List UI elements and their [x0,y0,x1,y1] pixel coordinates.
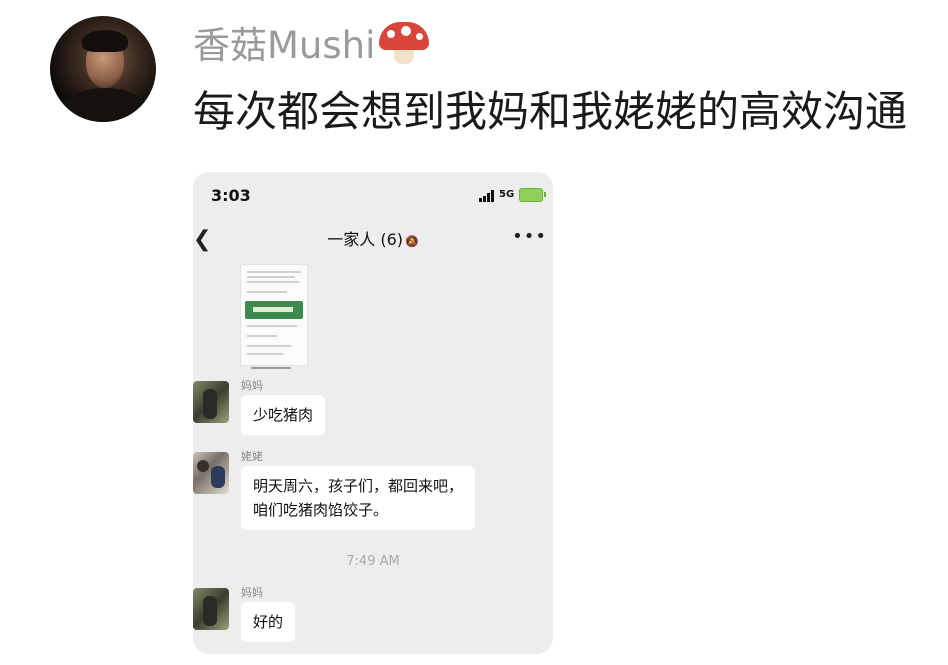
avatar [193,588,229,630]
thumbnail-indicator [251,367,291,369]
mushroom-icon [379,22,430,64]
chat-title: 一家人 (6) 🔕 [327,230,419,249]
sender-name: 妈妈 [241,379,263,392]
message-bubble: 明天周六，孩子们，都回来吧， 咱们吃猪肉馅饺子。 [241,466,476,530]
message-bubble: 少吃猪肉 [241,395,326,435]
network-label: 5G [499,189,515,200]
status-time: 3:03 [211,186,251,205]
author-name[interactable]: 香菇Mushi [193,22,430,70]
avatar [193,381,229,423]
post: 香菇Mushi 每次都会想到我妈和我姥姥的高效沟通 3:03 5G ❮ 一家人 … [0,0,948,665]
sender-name: 姥姥 [241,450,263,463]
message-timestamp: 7:49 AM [346,554,400,569]
battery-icon [519,188,546,202]
avatar [193,452,229,494]
shared-image-thumbnail [240,264,308,366]
sender-name: 妈妈 [241,586,263,599]
mute-icon: 🔕 [405,235,419,248]
signal-icon [479,190,499,202]
post-text: 每次都会想到我妈和我姥姥的高效沟通 [193,87,908,136]
more-icon: ••• [512,226,547,247]
chat-screenshot[interactable]: 3:03 5G ❮ 一家人 (6) 🔕 ••• 妈妈 少吃猪肉 姥姥 明天周六，… [193,172,553,654]
message-bubble: 好的 [241,602,296,642]
author-avatar[interactable] [50,16,156,122]
